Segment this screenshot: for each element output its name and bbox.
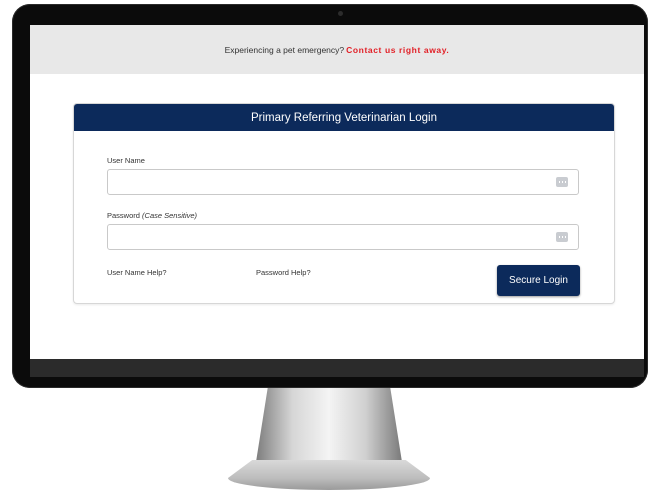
username-label-text: User Name bbox=[107, 156, 145, 165]
password-help-link[interactable]: Password Help? bbox=[256, 268, 311, 277]
login-panel: Primary Referring Veterinarian Login Use… bbox=[73, 103, 615, 304]
login-panel-header: Primary Referring Veterinarian Login bbox=[74, 104, 614, 131]
monitor-stand bbox=[256, 388, 402, 462]
webcam-icon bbox=[338, 11, 343, 16]
password-manager-key-icon[interactable] bbox=[556, 177, 568, 187]
monitor-base bbox=[228, 460, 430, 490]
password-manager-key-icon[interactable] bbox=[556, 232, 568, 242]
password-field[interactable] bbox=[107, 224, 579, 250]
username-input[interactable] bbox=[108, 170, 564, 194]
username-field[interactable] bbox=[107, 169, 579, 195]
emergency-text: Experiencing a pet emergency? bbox=[224, 44, 345, 55]
screen: Experiencing a pet emergency? Contact us… bbox=[30, 25, 644, 377]
password-label-text: Password bbox=[107, 211, 140, 220]
contact-link[interactable]: Contact us right away. bbox=[346, 45, 449, 55]
monitor-frame: Experiencing a pet emergency? Contact us… bbox=[12, 4, 648, 388]
username-help-link[interactable]: User Name Help? bbox=[107, 268, 167, 277]
password-input[interactable] bbox=[108, 225, 564, 249]
password-case-note: (Case Sensitive) bbox=[142, 211, 198, 220]
password-label: Password (Case Sensitive) bbox=[107, 211, 197, 220]
username-label: User Name bbox=[107, 156, 145, 165]
login-title: Primary Referring Veterinarian Login bbox=[250, 111, 437, 124]
footer-bar bbox=[30, 359, 644, 377]
emergency-banner: Experiencing a pet emergency? Contact us… bbox=[30, 25, 644, 74]
secure-login-button[interactable]: Secure Login bbox=[497, 265, 580, 296]
